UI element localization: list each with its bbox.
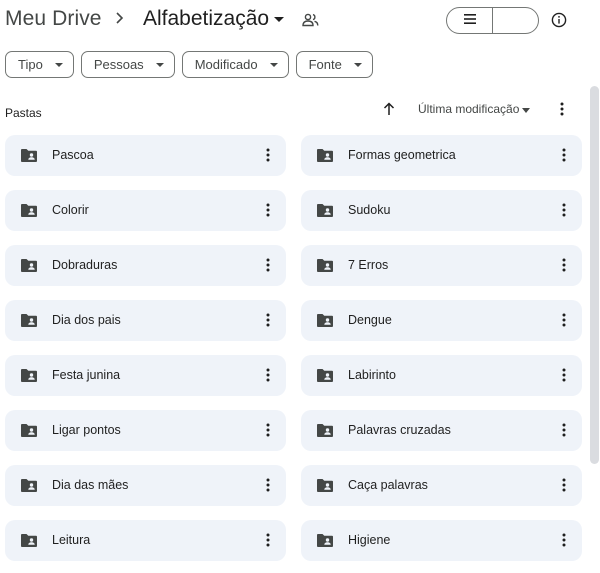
- more-vert-icon[interactable]: [558, 101, 566, 117]
- list-view-button[interactable]: [447, 8, 493, 33]
- more-vert-icon[interactable]: [264, 422, 272, 438]
- shared-folder-icon: [316, 423, 334, 438]
- folder-card[interactable]: Pascoa: [5, 135, 286, 176]
- filter-chip-label: Fonte: [308, 57, 342, 72]
- folder-card[interactable]: Dengue: [301, 300, 582, 341]
- info-icon[interactable]: [551, 12, 567, 28]
- folder-card[interactable]: Sudoku: [301, 190, 582, 231]
- folder-name: Higiene: [348, 533, 391, 547]
- caret-down-icon: [269, 62, 278, 67]
- caret-down-icon: [155, 62, 164, 67]
- filter-chip-fonte[interactable]: Fonte: [295, 51, 373, 78]
- folder-card[interactable]: Dia das mães: [5, 465, 286, 506]
- folder-card[interactable]: Palavras cruzadas: [301, 410, 582, 451]
- shared-folder-icon: [20, 203, 38, 218]
- shared-folder-icon: [316, 478, 334, 493]
- folder-card[interactable]: 7 Erros: [301, 245, 582, 286]
- folder-name: Colorir: [52, 203, 89, 217]
- more-vert-icon[interactable]: [560, 532, 568, 548]
- folder-card[interactable]: Ligar pontos: [5, 410, 286, 451]
- view-toggle: [446, 7, 539, 34]
- shared-folder-icon: [316, 368, 334, 383]
- folder-name: Pascoa: [52, 148, 94, 162]
- folder-name: Palavras cruzadas: [348, 423, 451, 437]
- more-vert-icon[interactable]: [560, 202, 568, 218]
- folder-name: Festa junina: [52, 368, 121, 382]
- shared-folder-icon: [20, 148, 38, 163]
- folder-name: Dengue: [348, 313, 392, 327]
- more-vert-icon[interactable]: [264, 477, 272, 493]
- folder-card[interactable]: Leitura: [5, 520, 286, 561]
- filter-chip-label: Modificado: [194, 57, 258, 72]
- folder-name: Dia das mães: [52, 478, 129, 492]
- folder-card[interactable]: Festa junina: [5, 355, 286, 396]
- breadcrumb-current[interactable]: Alfabetização: [143, 7, 269, 31]
- shared-folder-icon: [20, 423, 38, 438]
- caret-down-icon: [353, 62, 362, 67]
- folder-card[interactable]: Formas geometrica: [301, 135, 582, 176]
- scrollbar[interactable]: [590, 86, 599, 464]
- folder-name: Ligar pontos: [52, 423, 121, 437]
- shared-folder-icon: [316, 148, 334, 163]
- chevron-right-icon: [113, 10, 127, 26]
- more-vert-icon[interactable]: [560, 147, 568, 163]
- folder-name: Sudoku: [348, 203, 391, 217]
- more-vert-icon[interactable]: [264, 312, 272, 328]
- folder-name: Formas geometrica: [348, 148, 456, 162]
- shared-folder-icon: [20, 533, 38, 548]
- shared-folder-icon: [20, 368, 38, 383]
- more-vert-icon[interactable]: [264, 257, 272, 273]
- folder-name: Labirinto: [348, 368, 396, 382]
- shared-folder-icon: [20, 313, 38, 328]
- more-vert-icon[interactable]: [264, 147, 272, 163]
- shared-folder-icon: [20, 478, 38, 493]
- more-vert-icon[interactable]: [560, 257, 568, 273]
- caret-down-icon[interactable]: [522, 108, 530, 113]
- filter-chip-modificado[interactable]: Modificado: [181, 51, 289, 78]
- folder-name: Leitura: [52, 533, 91, 547]
- section-title: Pastas: [5, 106, 42, 120]
- folder-grid: Pascoa Formas geometrica Colorir Sudoku …: [5, 135, 582, 561]
- folder-name: Caça palavras: [348, 478, 428, 492]
- arrow-up-icon[interactable]: [382, 101, 396, 117]
- folder-name: Dobraduras: [52, 258, 118, 272]
- filter-chip-pessoas[interactable]: Pessoas: [80, 51, 175, 78]
- folder-card[interactable]: Colorir: [5, 190, 286, 231]
- folder-card[interactable]: Dobraduras: [5, 245, 286, 286]
- breadcrumb-root[interactable]: Meu Drive: [5, 7, 102, 31]
- list-view-icon: [463, 12, 477, 30]
- shared-folder-icon: [316, 258, 334, 273]
- more-vert-icon[interactable]: [560, 312, 568, 328]
- filter-chips: Tipo Pessoas Modificado Fonte: [5, 51, 373, 78]
- header: Meu Drive Alfabetização: [0, 0, 600, 42]
- shared-folder-icon: [316, 203, 334, 218]
- folder-card[interactable]: Caça palavras: [301, 465, 582, 506]
- caret-down-icon: [54, 62, 63, 67]
- more-vert-icon[interactable]: [264, 367, 272, 383]
- filter-chip-tipo[interactable]: Tipo: [5, 51, 74, 78]
- more-vert-icon[interactable]: [560, 477, 568, 493]
- shared-folder-icon: [316, 313, 334, 328]
- folder-name: Dia dos pais: [52, 313, 121, 327]
- shared-folder-icon: [20, 258, 38, 273]
- filter-chip-label: Tipo: [18, 57, 43, 72]
- more-vert-icon[interactable]: [560, 422, 568, 438]
- more-vert-icon[interactable]: [264, 202, 272, 218]
- caret-down-icon[interactable]: [274, 17, 284, 22]
- shared-folder-icon: [316, 533, 334, 548]
- folder-card[interactable]: Labirinto: [301, 355, 582, 396]
- people-icon: [302, 13, 319, 27]
- folder-name: 7 Erros: [348, 258, 389, 272]
- folder-card[interactable]: Higiene: [301, 520, 582, 561]
- more-vert-icon[interactable]: [560, 367, 568, 383]
- filter-chip-label: Pessoas: [93, 57, 144, 72]
- folder-card[interactable]: Dia dos pais: [5, 300, 286, 341]
- more-vert-icon[interactable]: [264, 532, 272, 548]
- sort-label[interactable]: Última modificação: [418, 102, 519, 116]
